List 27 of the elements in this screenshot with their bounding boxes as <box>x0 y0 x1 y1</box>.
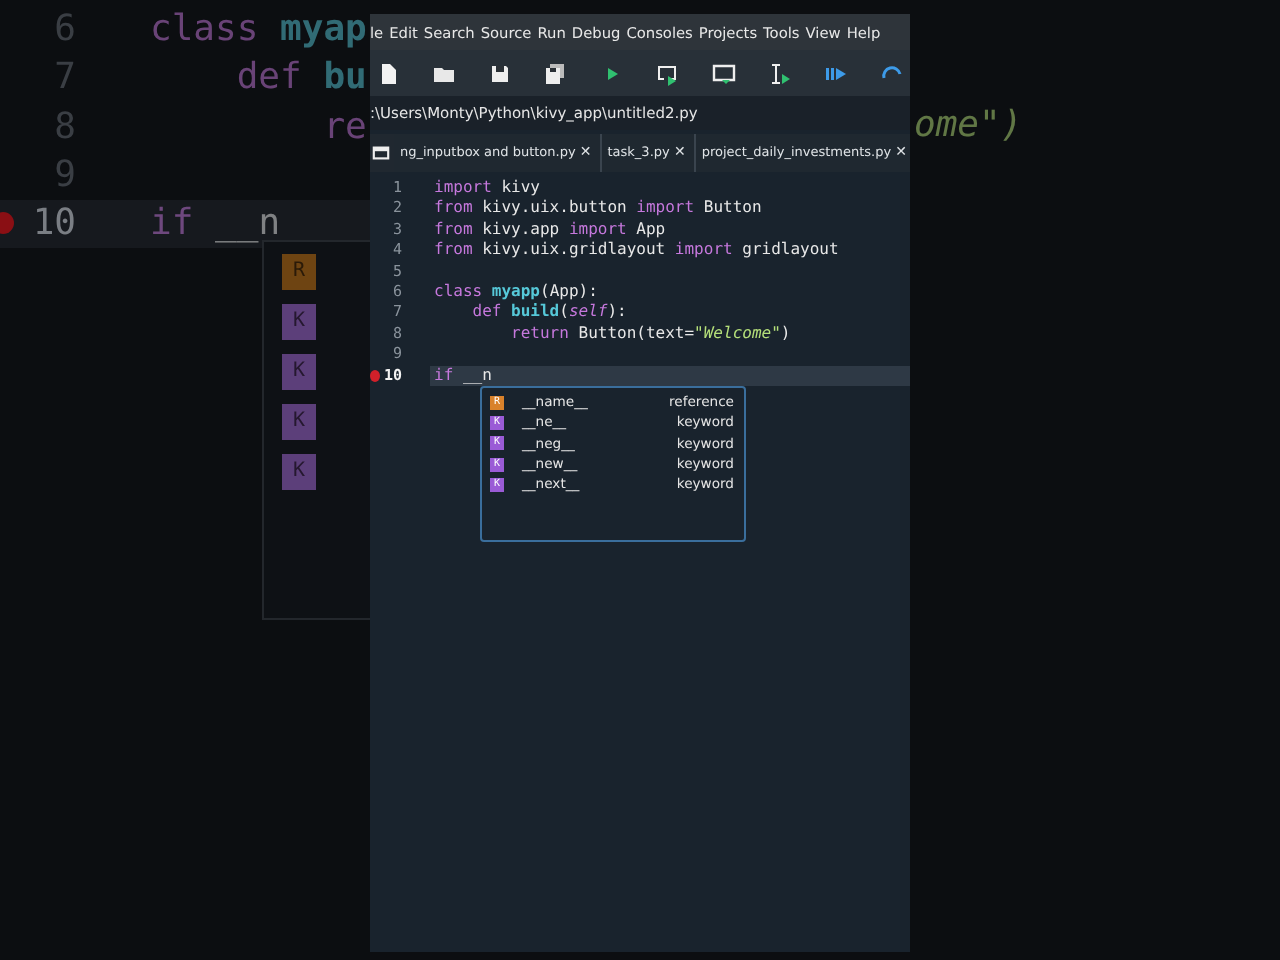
code-line: class myap <box>150 6 367 54</box>
code-line: re <box>321 103 367 152</box>
code-line: ome") <box>914 104 1023 146</box>
code-line: import kivy <box>434 178 540 196</box>
kind-badge: R <box>282 254 316 290</box>
code-line: return Button(text="Welcome") <box>509 323 791 342</box>
run-cell-advance-icon[interactable] <box>712 61 736 85</box>
run-selection-icon[interactable] <box>768 61 792 85</box>
save-all-icon[interactable] <box>544 61 568 85</box>
code-line: class myapp(App): <box>434 281 598 300</box>
breakpoint-icon[interactable] <box>370 369 380 382</box>
save-icon[interactable] <box>488 61 512 85</box>
code-line: def bu <box>234 54 367 103</box>
code-line: from kivy.uix.gridlayout import gridlayout <box>434 240 839 259</box>
line-number: 10 <box>30 200 76 249</box>
code-line: if __n <box>434 365 492 384</box>
kind-badge: K <box>282 454 316 490</box>
code-line: from kivy.app import App <box>434 219 666 238</box>
kind-badge: K <box>282 354 316 390</box>
code-line: def build(self): <box>470 302 627 321</box>
code-line: if __n <box>150 200 281 249</box>
window-icon[interactable] <box>372 144 390 162</box>
kind-badge: K <box>282 404 316 440</box>
run-cell-icon[interactable] <box>656 61 680 85</box>
code-line: from kivy.uix.button import Button <box>434 198 762 217</box>
kind-badge: K <box>282 304 316 340</box>
new-file-icon[interactable] <box>376 61 400 85</box>
